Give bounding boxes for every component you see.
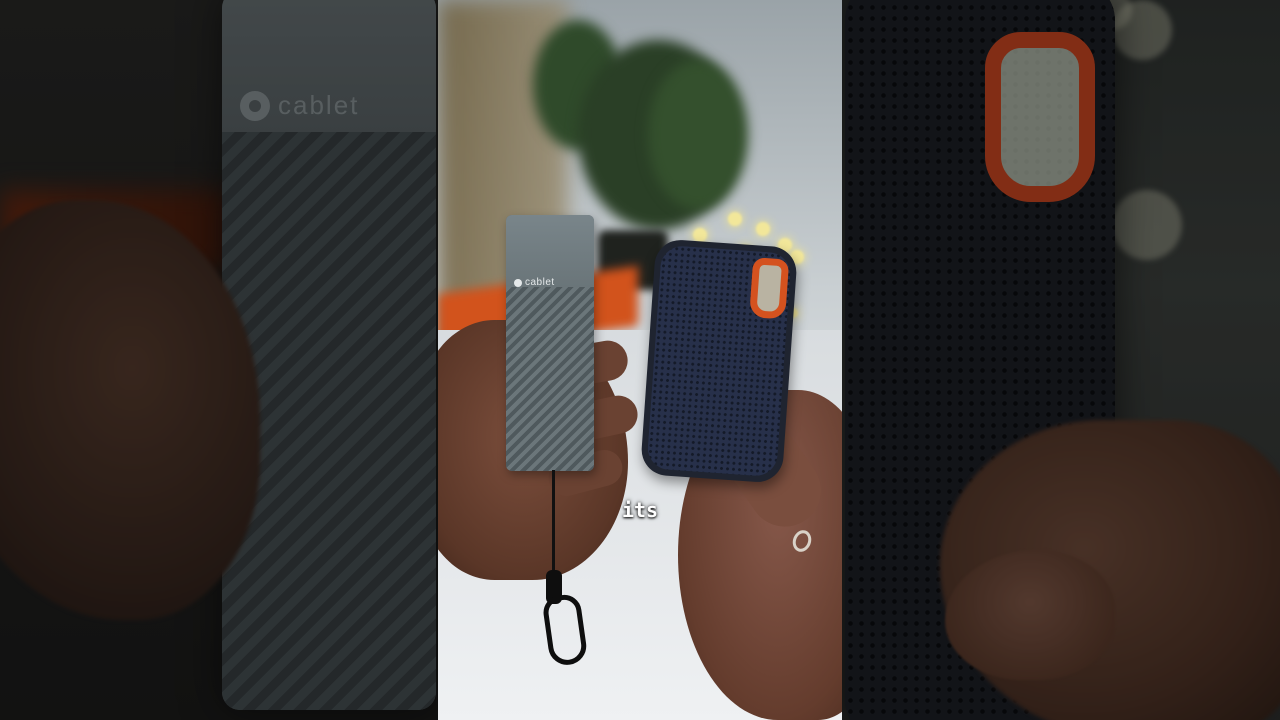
lanyard-cord <box>552 470 555 580</box>
cablet-ssd-enclosure: cablet <box>506 215 594 471</box>
sandisk-portable-ssd <box>639 238 799 484</box>
left-blurred-panel: cablet <box>0 0 438 720</box>
subtitle-caption: its <box>621 498 659 522</box>
cablet-label: cablet <box>514 277 555 288</box>
cablet-logo-icon <box>514 278 522 287</box>
orange-carabiner-loop <box>749 257 790 320</box>
cablet-label-text: cablet <box>525 277 555 288</box>
